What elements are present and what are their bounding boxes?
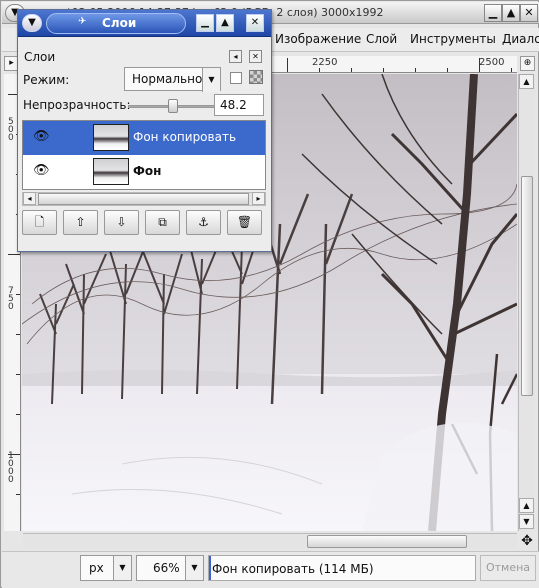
navigate-icon[interactable]: ⊕ xyxy=(520,56,535,71)
vertical-scrollbar[interactable]: ▲ ▲ ▼ xyxy=(518,74,535,531)
anchor-layer-icon[interactable]: ⚓ xyxy=(186,210,221,235)
chevron-down-icon: ▼ xyxy=(202,68,220,92)
unit-dropdown[interactable]: px ▼ xyxy=(80,555,132,581)
layer-name[interactable]: Фон xyxy=(133,164,161,178)
mode-label: Режим: xyxy=(23,73,70,87)
scroll-right-icon[interactable]: ▸ xyxy=(252,192,265,205)
lock-alpha-checkbox[interactable] xyxy=(230,72,242,84)
layer-row[interactable]: 👁 Фон xyxy=(23,155,265,189)
raise-layer-icon[interactable]: ⇧ xyxy=(63,210,98,235)
window-menu-icon[interactable]: ▼ xyxy=(22,14,42,32)
mode-value: Нормально xyxy=(132,72,203,86)
menu-layer[interactable]: Слой xyxy=(366,32,397,46)
menu-image[interactable]: Изображение xyxy=(275,32,361,46)
scroll-up-icon[interactable]: ▲ xyxy=(519,74,534,89)
chevron-down-icon: ▼ xyxy=(113,556,131,580)
duplicate-layer-icon[interactable]: ⧉ xyxy=(145,210,180,235)
layer-buttons: 🗋 ⇧ ⇩ ⧉ ⚓ 🗑 xyxy=(22,210,266,236)
mode-dropdown[interactable]: Нормально ▼ xyxy=(124,67,221,92)
close-tab-icon[interactable]: ✕ xyxy=(249,50,262,63)
opacity-label: Непрозрачность: xyxy=(23,98,131,112)
zoom-dropdown[interactable]: 66% ▼ xyxy=(136,555,204,581)
layer-name[interactable]: Фон копировать xyxy=(133,130,236,144)
layers-hscrollbar[interactable]: ◂ ▸ xyxy=(22,192,266,206)
status-message: Фон копировать (114 МБ) xyxy=(208,555,476,581)
ruler-label: 500 xyxy=(8,117,14,143)
horizontal-scroll-thumb[interactable] xyxy=(307,535,467,548)
vertical-scroll-thumb[interactable] xyxy=(521,176,533,396)
chevron-down-icon: ▼ xyxy=(185,556,203,580)
close-icon[interactable]: ✕ xyxy=(246,14,264,32)
minimize-icon[interactable]: ▁ xyxy=(196,14,214,32)
ruler-label: 2250 xyxy=(312,57,338,68)
layers-list: 👁 Фон копировать 👁 Фон xyxy=(22,120,266,190)
alpha-checker-icon xyxy=(249,70,263,84)
move-icon[interactable]: ✥ xyxy=(519,533,535,549)
opacity-spinbox[interactable]: 48.2 xyxy=(214,94,264,116)
unit-value: px xyxy=(89,561,104,575)
layers-tab-label: Слои xyxy=(24,50,56,64)
zoom-value: 66% xyxy=(153,561,180,575)
layers-hscroll-thumb[interactable] xyxy=(38,193,249,205)
status-bar: px ▼ 66% ▼ Фон копировать (114 МБ) Отмен… xyxy=(2,551,539,588)
layers-titlebar[interactable]: ▼ ✈ Слои ▁ ▲ ✕ xyxy=(18,10,271,37)
layers-dialog: ▼ ✈ Слои ▁ ▲ ✕ Слои ◂ ✕ Режим: Нормально… xyxy=(17,9,272,252)
ruler-label: 2500 xyxy=(479,57,505,68)
delete-layer-icon[interactable]: 🗑 xyxy=(227,210,262,235)
ruler-label: 1000 xyxy=(8,451,14,485)
new-layer-icon[interactable]: 🗋 xyxy=(22,210,57,235)
lower-layer-icon[interactable]: ⇩ xyxy=(104,210,139,235)
scroll-up-icon[interactable]: ▲ xyxy=(519,498,534,513)
maximize-icon[interactable]: ▲ xyxy=(216,14,234,32)
layers-dialog-title: Слои xyxy=(102,16,137,30)
eye-icon[interactable]: 👁 xyxy=(33,130,50,143)
ruler-label: 750 xyxy=(8,286,14,312)
menu-dialogs[interactable]: Диало xyxy=(502,32,539,46)
minimize-icon[interactable]: ▁ xyxy=(484,4,502,22)
gimp-logo-icon: ✈ xyxy=(78,16,87,27)
horizontal-scrollbar[interactable] xyxy=(23,533,517,549)
menu-tools[interactable]: Инструменты xyxy=(410,32,496,46)
layer-row[interactable]: 👁 Фон копировать xyxy=(23,121,265,155)
cancel-button[interactable]: Отмена xyxy=(480,555,536,581)
opacity-slider-handle[interactable] xyxy=(168,99,178,113)
scroll-down-icon[interactable]: ▼ xyxy=(519,514,534,529)
close-icon[interactable]: ✕ xyxy=(520,4,538,22)
eye-icon[interactable]: 👁 xyxy=(33,164,50,177)
scroll-left-icon[interactable]: ◂ xyxy=(23,192,36,205)
tab-menu-icon[interactable]: ◂ xyxy=(229,50,242,63)
layer-thumbnail xyxy=(93,124,129,151)
maximize-icon[interactable]: ▲ xyxy=(502,4,520,22)
layer-thumbnail xyxy=(93,158,129,185)
